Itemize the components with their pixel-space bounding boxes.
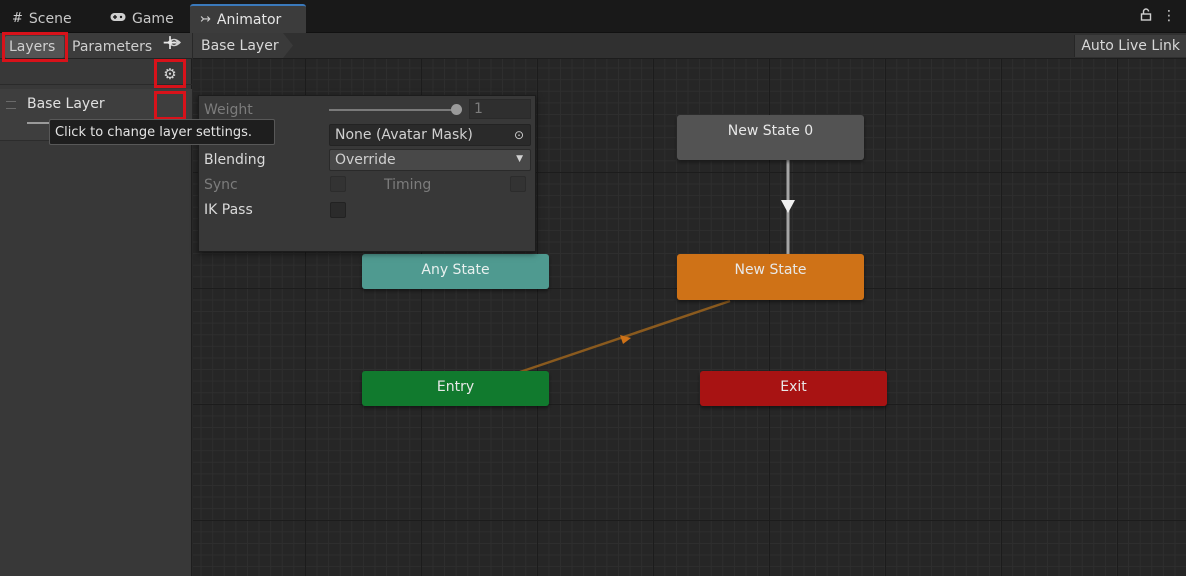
sync-checkbox[interactable] <box>330 176 346 192</box>
tab-game[interactable]: Game <box>100 4 184 33</box>
add-layer-button[interactable]: + <box>159 30 181 54</box>
tab-parameters-label: Parameters <box>72 39 153 55</box>
timing-checkbox[interactable] <box>510 176 526 192</box>
tab-layers-label: Layers <box>9 39 56 55</box>
kebab-menu-icon[interactable]: ⋮ <box>1162 8 1176 25</box>
breadcrumb[interactable]: Base Layer <box>193 33 293 58</box>
blending-dropdown[interactable]: Override ▼ <box>329 149 531 171</box>
timing-label: Timing <box>384 177 432 193</box>
tab-parameters[interactable]: Parameters <box>68 36 156 58</box>
tab-animator[interactable]: ↣ Animator <box>190 4 306 33</box>
object-picker-icon[interactable]: ⊙ <box>514 128 524 142</box>
auto-live-link-label: Auto Live Link <box>1081 38 1180 54</box>
tooltip: Click to change layer settings. <box>49 119 275 145</box>
avatar-mask-field[interactable]: None (Avatar Mask) ⊙ <box>329 124 531 146</box>
grid-icon: # <box>12 11 23 26</box>
layer-name: Base Layer <box>27 96 105 112</box>
auto-live-link-button[interactable]: Auto Live Link <box>1074 35 1186 57</box>
state-label: Entry <box>436 379 475 395</box>
tab-game-label: Game <box>132 10 174 27</box>
lock-icon[interactable] <box>1140 8 1152 25</box>
blending-label: Blending <box>204 152 266 168</box>
state-node-exit[interactable]: Exit <box>700 371 887 406</box>
tab-layers[interactable]: Layers <box>5 36 64 58</box>
tab-scene[interactable]: # Scene <box>2 4 82 33</box>
weight-slider-knob[interactable] <box>451 104 462 115</box>
state-label: Exit <box>780 379 807 395</box>
weight-field[interactable]: 1 <box>469 99 531 119</box>
state-node-new-state[interactable]: New State <box>677 254 864 300</box>
gamepad-icon <box>110 11 126 26</box>
drag-handle-icon[interactable] <box>6 101 16 109</box>
tooltip-text: Click to change layer settings. <box>55 124 252 140</box>
animator-icon: ↣ <box>200 12 211 27</box>
avatar-mask-value: None (Avatar Mask) <box>335 127 473 143</box>
state-node-any-state[interactable]: Any State <box>362 254 549 289</box>
state-node-new-state-0[interactable]: New State 0 <box>677 115 864 160</box>
layer-settings-button[interactable]: ⚙ <box>159 63 181 85</box>
state-label: New State <box>734 262 807 278</box>
window-tab-bar: # Scene Game ↣ Animator ⋮ <box>0 0 1186 33</box>
state-label: Any State <box>421 262 490 278</box>
ik-pass-checkbox[interactable] <box>330 202 346 218</box>
breadcrumb-label: Base Layer <box>201 37 279 54</box>
weight-slider[interactable] <box>329 109 459 111</box>
weight-slider-fill <box>329 109 453 111</box>
gear-icon: ⚙ <box>163 65 177 83</box>
graph-header: Base Layer Auto Live Link <box>193 33 1186 59</box>
layers-panel: Layers Parameters Base Layer <box>0 33 192 576</box>
sync-label: Sync <box>204 177 238 193</box>
state-label: New State 0 <box>727 123 814 139</box>
weight-label: Weight <box>204 102 253 118</box>
tab-scene-label: Scene <box>28 10 72 27</box>
blending-value: Override <box>335 152 396 168</box>
dropdown-arrow-icon: ▼ <box>516 154 523 164</box>
tab-animator-label: Animator <box>216 11 282 28</box>
plus-icon: + <box>161 30 179 54</box>
ik-pass-label: IK Pass <box>204 202 253 218</box>
state-node-entry[interactable]: Entry <box>362 371 549 406</box>
